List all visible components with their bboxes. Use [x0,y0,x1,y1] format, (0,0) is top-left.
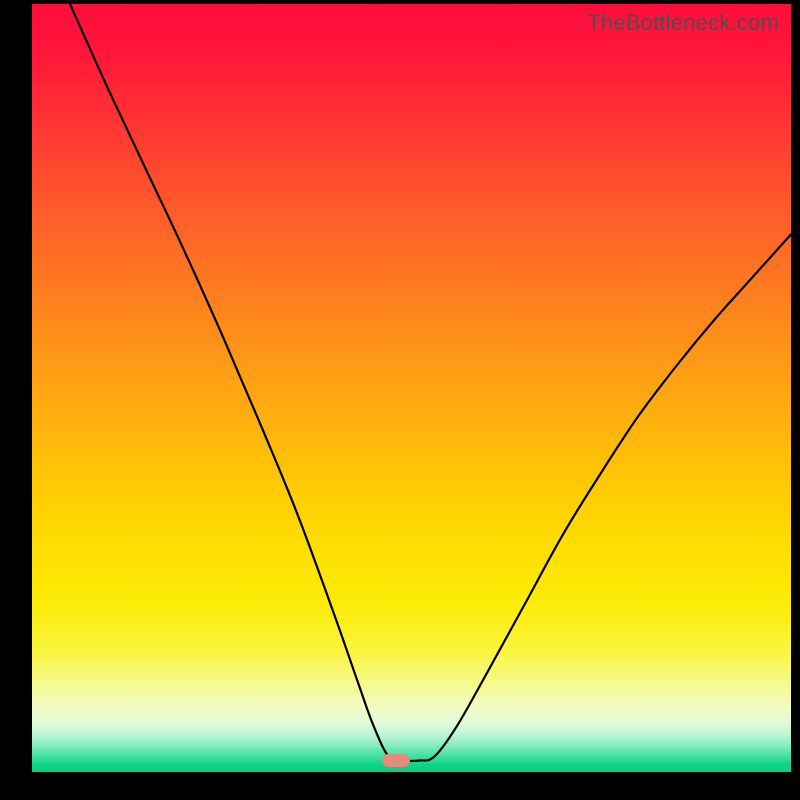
chart-frame: TheBottleneck.com [0,0,800,800]
plot-area: TheBottleneck.com [32,4,791,772]
bottleneck-curve [32,4,791,772]
minimum-marker [382,754,410,767]
